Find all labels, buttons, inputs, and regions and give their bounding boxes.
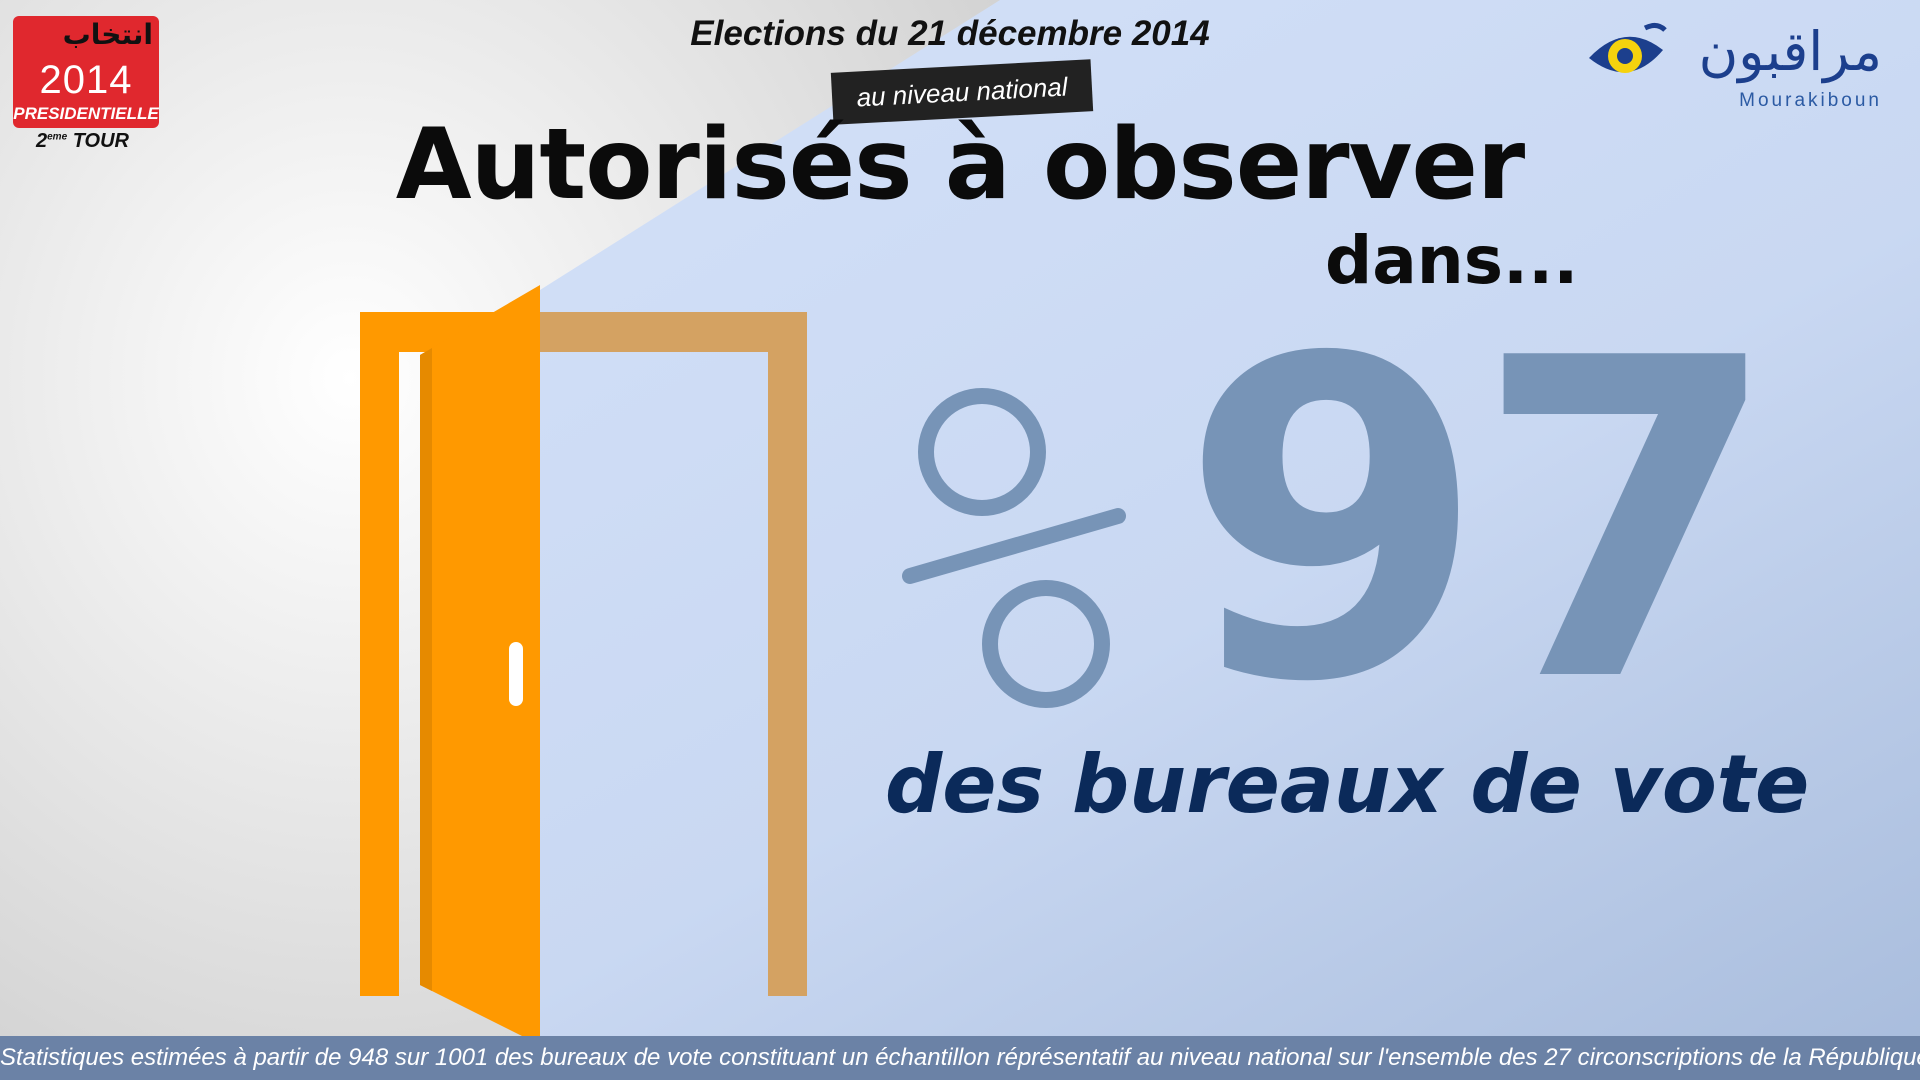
mourakiboun-logo: مراقبون Mourakiboun xyxy=(1585,18,1885,118)
open-door-icon xyxy=(360,285,807,1040)
stat-value: 97 xyxy=(1180,266,1780,778)
logo-latin-name: Mourakiboun xyxy=(1739,90,1882,111)
stat-label: des bureaux de vote xyxy=(885,738,1810,831)
main-title: Autorisés à observer xyxy=(395,108,1526,222)
badge-year: 2014 xyxy=(39,58,133,102)
percent-icon xyxy=(902,388,1126,708)
logo-arabic-name: مراقبون xyxy=(1698,20,1882,83)
eye-icon xyxy=(1589,22,1667,73)
door-handle xyxy=(509,642,523,706)
footer-note: Statistiques estimées à partir de 948 su… xyxy=(0,1044,1920,1071)
